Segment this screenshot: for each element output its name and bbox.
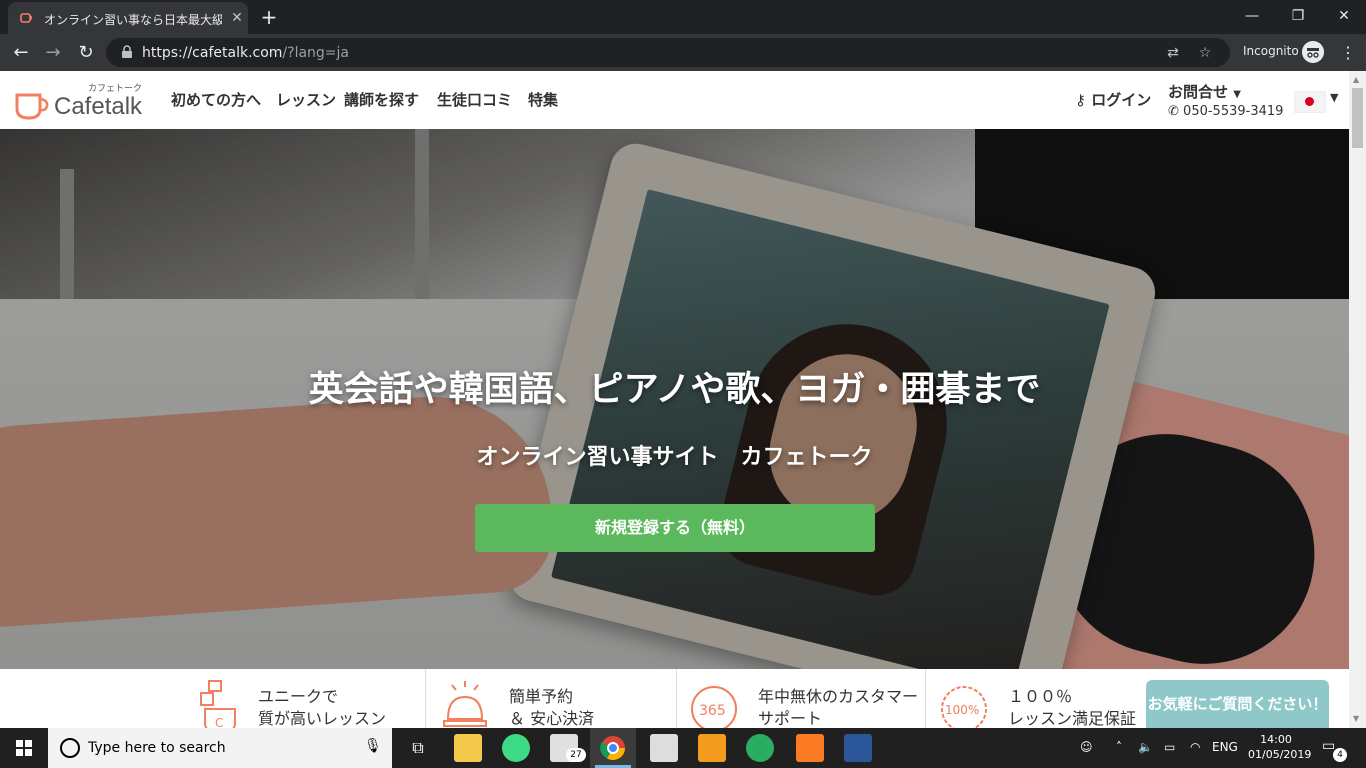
language-caret-icon[interactable]: ▼ bbox=[1330, 91, 1338, 104]
cortana-icon bbox=[60, 738, 80, 758]
chrome-icon[interactable] bbox=[599, 734, 627, 762]
notification-badge: 4 bbox=[1333, 748, 1347, 762]
browser-tab-strip: オンライン習い事なら日本最大級のオ ✕ + — ❐ ✕ bbox=[0, 0, 1366, 34]
browser-toolbar: ← → ↻ https://cafetalk.com/?lang=ja ⇄ ☆ … bbox=[0, 34, 1366, 71]
feature-item: C ユニークで 質が高いレッスン bbox=[175, 669, 426, 733]
tray-arrow-icon[interactable]: ˄ bbox=[1116, 740, 1122, 754]
nav-reviews[interactable]: 生徒口コミ bbox=[437, 89, 512, 110]
chat-button[interactable]: お気軽にご質問ください！ bbox=[1146, 680, 1329, 728]
browser-tab[interactable]: オンライン習い事なら日本最大級のオ ✕ bbox=[8, 2, 248, 34]
signup-button[interactable]: 新規登録する（無料） bbox=[475, 504, 875, 552]
people-icon[interactable]: ☺ bbox=[1080, 740, 1093, 754]
maximize-button[interactable]: ❐ bbox=[1286, 6, 1310, 26]
logo-text: Cafetalk bbox=[54, 93, 143, 120]
caret-down-icon: ▼ bbox=[1233, 89, 1241, 100]
cafetalk-favicon-icon bbox=[20, 13, 33, 23]
mail-badge: 27 bbox=[566, 748, 586, 762]
support-365-icon: 365 bbox=[691, 686, 737, 732]
volume-icon[interactable]: 🔈 bbox=[1138, 740, 1153, 754]
back-icon[interactable]: ← bbox=[10, 42, 32, 64]
reload-icon[interactable]: ↻ bbox=[75, 42, 97, 64]
nav-find-tutor[interactable]: 講師を探す bbox=[344, 89, 419, 110]
hero-banner: 英会話や韓国語、ピアノや歌、ヨガ・囲碁まで オンライン習い事サイト カフェトーク… bbox=[0, 129, 1349, 669]
feature-text: 年中無休のカスタマー サポート bbox=[758, 687, 919, 728]
word-icon[interactable] bbox=[844, 734, 872, 762]
feature-item: 簡単予約＆ 安心決済 bbox=[425, 669, 677, 728]
svg-text:365: 365 bbox=[699, 703, 726, 719]
task-view-icon[interactable]: ⧉ bbox=[404, 734, 432, 762]
app-icon[interactable] bbox=[746, 734, 774, 762]
feature-text: 簡単予約＆ 安心決済 bbox=[509, 687, 595, 728]
nav-features[interactable]: 特集 bbox=[528, 89, 558, 110]
bell-icon bbox=[443, 681, 487, 727]
svg-text:100%: 100% bbox=[945, 703, 979, 717]
incognito-icon[interactable] bbox=[1302, 41, 1324, 63]
incognito-label: Incognito bbox=[1243, 44, 1299, 58]
taskbar-clock[interactable]: 14:00 01/05/2019 bbox=[1248, 732, 1312, 762]
tab-close-icon[interactable]: ✕ bbox=[228, 9, 246, 27]
login-label: ログイン bbox=[1091, 91, 1152, 109]
key-icon: ⚷ bbox=[1075, 91, 1086, 109]
cup-logo-icon bbox=[15, 93, 49, 120]
android-studio-icon[interactable] bbox=[502, 734, 530, 762]
hero-title: 英会話や韓国語、ピアノや歌、ヨガ・囲碁まで bbox=[308, 370, 1041, 410]
site-header: カフェトーク Cafetalk 初めての方へ レッスン 講師を探す 生徒口コミ … bbox=[0, 71, 1349, 130]
nav-beginners[interactable]: 初めての方へ bbox=[171, 89, 261, 110]
minimize-button[interactable]: — bbox=[1240, 6, 1264, 26]
url-text: https://cafetalk.com/?lang=ja bbox=[142, 45, 349, 61]
translate-icon[interactable]: ⇄ bbox=[1164, 44, 1182, 62]
phone-label: 050-5539-3419 bbox=[1183, 104, 1284, 119]
scroll-thumb[interactable] bbox=[1352, 88, 1363, 148]
microphone-icon[interactable]: 🎙 bbox=[364, 738, 382, 758]
search-placeholder: Type here to search bbox=[88, 740, 226, 756]
file-explorer-icon[interactable] bbox=[454, 734, 482, 762]
feature-text: ユニークで 質が高いレッスン bbox=[258, 687, 387, 728]
menu-icon[interactable]: ⋮ bbox=[1338, 42, 1358, 64]
language-indicator[interactable]: ENG bbox=[1212, 740, 1238, 754]
japan-flag-icon[interactable] bbox=[1294, 91, 1326, 113]
hero-subtitle: オンライン習い事サイト カフェトーク bbox=[476, 445, 873, 470]
clock-time: 14:00 bbox=[1260, 733, 1292, 746]
sublime-text-icon[interactable] bbox=[698, 734, 726, 762]
forward-icon[interactable]: → bbox=[42, 42, 64, 64]
snipping-tool-icon[interactable] bbox=[650, 734, 678, 762]
feature-text: １００％ レッスン満足保証 bbox=[1008, 687, 1137, 728]
windows-start-icon[interactable] bbox=[0, 728, 48, 768]
wifi-icon[interactable]: ◠ bbox=[1190, 740, 1200, 754]
scroll-up-icon[interactable]: ▲ bbox=[1353, 75, 1359, 84]
taskbar-search[interactable]: Type here to search 🎙 bbox=[48, 728, 392, 768]
tab-title: オンライン習い事なら日本最大級のオ bbox=[44, 13, 222, 27]
scroll-down-icon[interactable]: ▼ bbox=[1353, 714, 1359, 723]
battery-icon[interactable]: ▭ bbox=[1164, 740, 1175, 754]
phone-number: ✆ 050-5539-3419 bbox=[1168, 104, 1283, 119]
close-window-button[interactable]: ✕ bbox=[1332, 6, 1356, 26]
windows-taskbar: Type here to search 🎙 ⧉ 27 ☺ ˄ 🔈 ▭ ◠ ENG… bbox=[0, 728, 1366, 768]
phone-icon: ✆ bbox=[1168, 104, 1179, 119]
lock-icon bbox=[122, 45, 132, 58]
feature-item: 365 年中無休のカスタマー サポート bbox=[675, 669, 926, 732]
contact-label: お問合せ bbox=[1168, 83, 1229, 101]
nav-lessons[interactable]: レッスン bbox=[276, 89, 336, 110]
clock-date: 01/05/2019 bbox=[1248, 748, 1312, 761]
lesson-icon: C bbox=[200, 680, 236, 733]
address-bar[interactable]: https://cafetalk.com/?lang=ja ⇄ ☆ bbox=[106, 38, 1230, 67]
feature-item: 100% １００％ レッスン満足保証 bbox=[925, 669, 1175, 732]
contact-dropdown[interactable]: お問合せ ▼ bbox=[1168, 81, 1241, 102]
guarantee-100-icon: 100% bbox=[941, 686, 987, 732]
new-tab-button[interactable]: + bbox=[258, 6, 280, 28]
star-icon[interactable]: ☆ bbox=[1196, 44, 1214, 62]
cafetalk-logo[interactable]: カフェトーク Cafetalk bbox=[14, 79, 154, 123]
login-link[interactable]: ⚷ ログイン bbox=[1075, 89, 1151, 110]
xampp-icon[interactable] bbox=[796, 734, 824, 762]
page-scrollbar[interactable]: ▲ ▼ bbox=[1349, 71, 1366, 728]
